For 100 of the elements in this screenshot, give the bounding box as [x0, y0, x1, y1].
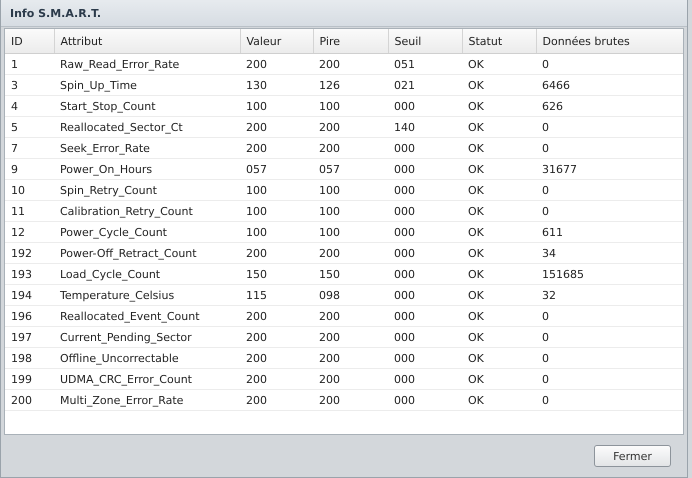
attribute-cell: Load_Cycle_Count — [54, 264, 240, 284]
id-cell: 12 — [5, 222, 54, 242]
id-cell: 198 — [5, 348, 54, 368]
threshold-cell: 000 — [388, 326, 462, 348]
threshold-cell: 000 — [388, 200, 462, 222]
worst-cell: 100 — [313, 200, 388, 222]
worst-cell: 100 — [313, 180, 388, 200]
status-cell: OK — [462, 158, 536, 180]
id-cell: 200 — [5, 390, 54, 410]
threshold-cell: 000 — [388, 242, 462, 264]
raw-data-cell: 0 — [536, 116, 683, 138]
close-button[interactable]: Fermer — [594, 445, 671, 467]
value-cell: 200 — [240, 390, 313, 410]
id-cell: 4 — [5, 96, 54, 116]
worst-cell: 200 — [313, 138, 388, 158]
raw-data-cell: 6466 — [536, 74, 683, 96]
value-cell: 200 — [240, 54, 313, 74]
value-cell: 100 — [240, 222, 313, 242]
attribute-cell: Reallocated_Sector_Ct — [54, 116, 240, 138]
value-cell: 100 — [240, 200, 313, 222]
raw-data-cell: 0 — [536, 180, 683, 200]
status-cell: OK — [462, 368, 536, 390]
column-header[interactable]: Statut — [462, 29, 536, 54]
worst-cell: 150 — [313, 264, 388, 284]
value-cell: 200 — [240, 306, 313, 326]
worst-cell: 200 — [313, 306, 388, 326]
column-header[interactable]: Pire — [313, 29, 388, 54]
worst-cell: 200 — [313, 116, 388, 138]
id-cell: 1 — [5, 54, 54, 74]
raw-data-cell: 0 — [536, 390, 683, 410]
raw-data-cell: 626 — [536, 96, 683, 116]
status-cell: OK — [462, 74, 536, 96]
raw-data-cell: 31677 — [536, 158, 683, 180]
threshold-cell: 000 — [388, 222, 462, 242]
status-cell: OK — [462, 348, 536, 368]
window-title: Info S.M.A.R.T. — [10, 6, 102, 20]
value-cell: 115 — [240, 284, 313, 306]
id-cell: 3 — [5, 74, 54, 96]
threshold-cell: 000 — [388, 284, 462, 306]
status-cell: OK — [462, 180, 536, 200]
attribute-cell: Calibration_Retry_Count — [54, 200, 240, 222]
value-cell: 150 — [240, 264, 313, 284]
value-cell: 200 — [240, 116, 313, 138]
attribute-cell: Spin_Retry_Count — [54, 180, 240, 200]
id-cell: 7 — [5, 138, 54, 158]
threshold-cell: 000 — [388, 368, 462, 390]
threshold-cell: 140 — [388, 116, 462, 138]
status-cell: OK — [462, 284, 536, 306]
id-cell: 5 — [5, 116, 54, 138]
attribute-cell: Power-Off_Retract_Count — [54, 242, 240, 264]
raw-data-cell: 0 — [536, 348, 683, 368]
worst-cell: 200 — [313, 54, 388, 74]
status-cell: OK — [462, 326, 536, 348]
attribute-cell: Reallocated_Event_Count — [54, 306, 240, 326]
threshold-cell: 051 — [388, 54, 462, 74]
id-cell: 9 — [5, 158, 54, 180]
raw-data-cell: 151685 — [536, 264, 683, 284]
attribute-cell: Power_Cycle_Count — [54, 222, 240, 242]
value-cell: 200 — [240, 348, 313, 368]
raw-data-cell: 0 — [536, 306, 683, 326]
attribute-cell: UDMA_CRC_Error_Count — [54, 368, 240, 390]
worst-cell: 200 — [313, 326, 388, 348]
status-cell: OK — [462, 96, 536, 116]
raw-data-cell: 0 — [536, 54, 683, 74]
column-header[interactable]: Attribut — [54, 29, 240, 54]
worst-cell: 200 — [313, 348, 388, 368]
status-cell: OK — [462, 264, 536, 284]
value-cell: 057 — [240, 158, 313, 180]
worst-cell: 100 — [313, 222, 388, 242]
raw-data-cell: 32 — [536, 284, 683, 306]
status-cell: OK — [462, 116, 536, 138]
raw-data-cell: 0 — [536, 138, 683, 158]
threshold-cell: 021 — [388, 74, 462, 96]
attribute-cell: Temperature_Celsius — [54, 284, 240, 306]
attribute-cell: Current_Pending_Sector — [54, 326, 240, 348]
worst-cell: 200 — [313, 242, 388, 264]
column-header[interactable]: Seuil — [388, 29, 462, 54]
value-cell: 130 — [240, 74, 313, 96]
raw-data-cell: 0 — [536, 368, 683, 390]
threshold-cell: 000 — [388, 180, 462, 200]
id-cell: 193 — [5, 264, 54, 284]
id-cell: 196 — [5, 306, 54, 326]
id-cell: 199 — [5, 368, 54, 390]
column-header[interactable]: Valeur — [240, 29, 313, 54]
raw-data-cell: 34 — [536, 242, 683, 264]
attribute-cell: Multi_Zone_Error_Rate — [54, 390, 240, 410]
attribute-cell: Raw_Read_Error_Rate — [54, 54, 240, 74]
threshold-cell: 000 — [388, 306, 462, 326]
threshold-cell: 000 — [388, 96, 462, 116]
threshold-cell: 000 — [388, 158, 462, 180]
column-header[interactable]: ID — [5, 29, 54, 54]
attribute-cell: Start_Stop_Count — [54, 96, 240, 116]
value-cell: 200 — [240, 138, 313, 158]
worst-cell: 200 — [313, 390, 388, 410]
worst-cell: 126 — [313, 74, 388, 96]
column-header[interactable]: Données brutes — [536, 29, 683, 54]
status-cell: OK — [462, 390, 536, 410]
threshold-cell: 000 — [388, 348, 462, 368]
id-cell: 10 — [5, 180, 54, 200]
attribute-cell: Spin_Up_Time — [54, 74, 240, 96]
